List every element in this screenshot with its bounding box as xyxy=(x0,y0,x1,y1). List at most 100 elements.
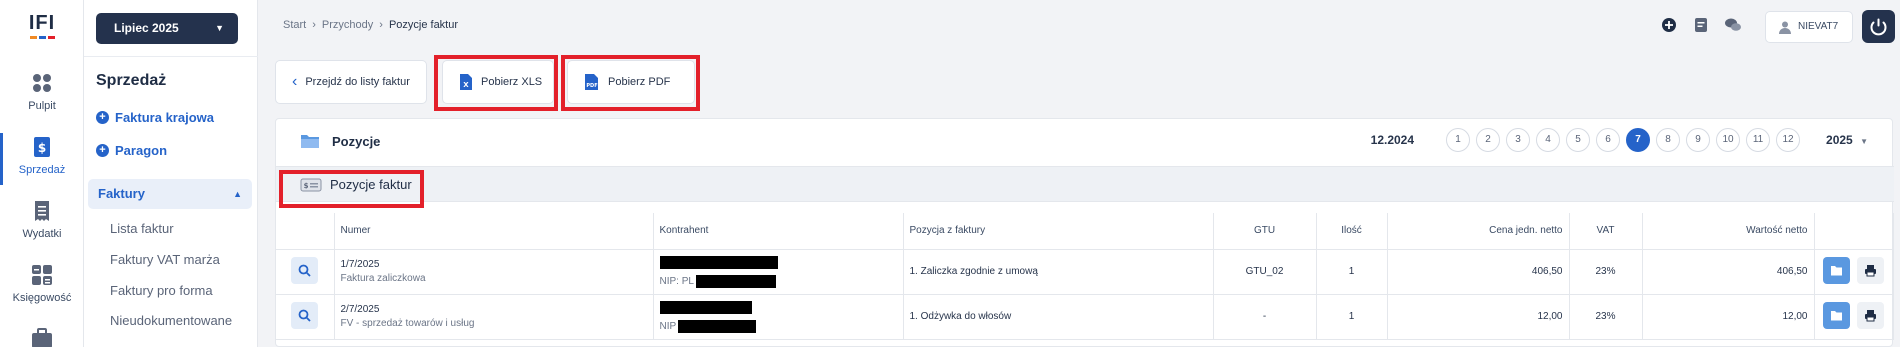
table-row: 2/7/2025 FV - sprzedaż towarów i usług N… xyxy=(276,294,1894,340)
folder-icon xyxy=(1831,310,1843,320)
folder-icon xyxy=(1831,265,1843,275)
breadcrumb-start[interactable]: Start xyxy=(283,19,306,31)
col-wartosc[interactable]: Wartość netto xyxy=(1642,213,1815,250)
year-value: 2025 xyxy=(1826,133,1853,147)
rail-item-wydatki[interactable]: Wydatki xyxy=(0,200,84,240)
nip-redacted xyxy=(678,319,757,333)
sidebar-item-nieudokumentowane[interactable]: Nieudokumentowane xyxy=(110,313,232,328)
cell-vat: 23% xyxy=(1569,249,1643,295)
cell-price: 12,00 xyxy=(1387,294,1570,340)
month-9[interactable]: 9 xyxy=(1686,128,1711,152)
print-button[interactable] xyxy=(1857,301,1885,329)
year-select[interactable]: 2025 ▼ xyxy=(1826,133,1868,147)
rail-item-briefcase[interactable] xyxy=(0,328,84,347)
month-12[interactable]: 12 xyxy=(1776,128,1801,152)
period-select[interactable]: Lipiec 2025 ▼ xyxy=(96,13,238,44)
col-pozycja[interactable]: Pozycja z faktury xyxy=(903,213,1214,250)
logo[interactable]: IFI xyxy=(26,12,58,48)
month-3[interactable]: 3 xyxy=(1506,128,1531,152)
chevron-right-icon: › xyxy=(312,19,316,31)
previous-period[interactable]: 12.2024 xyxy=(1371,133,1414,147)
plus-circle-icon: + xyxy=(96,111,109,124)
cell-qty: 1 xyxy=(1316,294,1388,340)
printer-icon xyxy=(1865,309,1877,321)
month-7-active[interactable]: 7 xyxy=(1626,128,1651,152)
col-numer[interactable]: Numer xyxy=(334,213,654,250)
cell-qty: 1 xyxy=(1316,249,1388,295)
invoice-type: Faktura zaliczkowa xyxy=(340,273,426,284)
open-folder-button[interactable] xyxy=(1823,256,1851,284)
rail-label: Pulpit xyxy=(28,100,56,112)
logo-text: IFI xyxy=(28,12,56,34)
col-vat[interactable]: VAT xyxy=(1569,213,1643,250)
user-icon xyxy=(1779,21,1791,34)
table-header-row: Numer Kontrahent Pozycja z faktury GTU I… xyxy=(276,213,1894,250)
print-button[interactable] xyxy=(1857,256,1885,284)
preview-button[interactable] xyxy=(291,256,319,284)
contractor-nip: NIP: PL xyxy=(660,274,903,288)
invoice-number[interactable]: 1/7/2025 xyxy=(341,259,653,270)
sidebar-group-faktury[interactable]: Faktury ▲ xyxy=(88,179,252,209)
search-icon xyxy=(298,264,311,277)
breadcrumb-current: Pozycje faktur xyxy=(388,19,459,31)
month-6[interactable]: 6 xyxy=(1596,128,1621,152)
briefcase-icon xyxy=(32,328,52,347)
month-11[interactable]: 11 xyxy=(1746,128,1771,152)
notes-icon[interactable] xyxy=(1692,16,1710,34)
col-gtu[interactable]: GTU xyxy=(1213,213,1317,250)
receipt-icon xyxy=(35,201,49,221)
col-row-actions xyxy=(1814,213,1894,250)
open-folder-button[interactable] xyxy=(1823,301,1851,329)
contractor-name-redacted xyxy=(659,300,903,317)
chevron-down-icon: ▼ xyxy=(215,23,224,33)
user-name: NIEVAT7 xyxy=(1798,21,1839,32)
rail-item-pulpit[interactable]: Pulpit xyxy=(0,72,84,112)
preview-button[interactable] xyxy=(291,301,319,329)
month-5[interactable]: 5 xyxy=(1566,128,1591,152)
sidebar-group-label: Faktury xyxy=(98,186,145,201)
col-ilosc[interactable]: Ilość xyxy=(1316,213,1388,250)
sidebar-item-lista-faktur[interactable]: Lista faktur xyxy=(110,221,174,236)
breadcrumb: Start › Przychody › Pozycje faktur xyxy=(283,19,458,31)
invoice-type: FV - sprzedaż towarów i usług xyxy=(340,318,475,329)
invoice-number[interactable]: 2/7/2025 xyxy=(341,304,653,315)
month-2[interactable]: 2 xyxy=(1476,128,1501,152)
cell-price: 406,50 xyxy=(1387,249,1570,295)
back-label: Przejdź do listy faktur xyxy=(305,76,410,88)
contractor-nip: NIP xyxy=(660,319,903,333)
table-row: 1/7/2025 Faktura zaliczkowa NIP: PL 1. Z… xyxy=(276,249,1894,295)
breadcrumb-przychody[interactable]: Przychody xyxy=(322,19,373,31)
col-cena[interactable]: Cena jedn. netto xyxy=(1387,213,1570,250)
cell-contractor: NIP xyxy=(653,294,904,340)
month-4[interactable]: 4 xyxy=(1536,128,1561,152)
sidebar-link-faktura-krajowa[interactable]: + Faktura krajowa xyxy=(96,110,214,125)
rail-item-sprzedaz[interactable]: $ Sprzedaż xyxy=(0,136,84,176)
month-8[interactable]: 8 xyxy=(1656,128,1681,152)
highlight-section xyxy=(279,170,424,208)
cell-number: 2/7/2025 FV - sprzedaż towarów i usług xyxy=(334,294,654,340)
cell-number: 1/7/2025 Faktura zaliczkowa xyxy=(334,249,654,295)
cell-contractor: NIP: PL xyxy=(653,249,904,295)
section-bar: $ Pozycje faktur xyxy=(276,166,1894,202)
printer-icon xyxy=(1865,264,1877,276)
cell-vat: 23% xyxy=(1569,294,1643,340)
logout-button[interactable] xyxy=(1862,10,1895,43)
month-1[interactable]: 1 xyxy=(1446,128,1471,152)
sidebar-link-paragon[interactable]: + Paragon xyxy=(96,143,167,158)
plus-circle-icon[interactable] xyxy=(1660,16,1678,34)
positions-table: Numer Kontrahent Pozycja z faktury GTU I… xyxy=(276,213,1894,340)
sidebar-item-pro-forma[interactable]: Faktury pro forma xyxy=(110,283,213,298)
rail-item-ksiegowosc[interactable]: Księgowość xyxy=(0,264,84,304)
divider xyxy=(84,56,258,57)
icon-rail: IFI Pulpit $ Sprzedaż Wydatki Księgowość xyxy=(0,0,84,347)
back-to-invoices-button[interactable]: ‹ Przejdź do listy faktur xyxy=(275,60,427,104)
calculator-icon xyxy=(32,265,52,285)
month-10[interactable]: 10 xyxy=(1716,128,1741,152)
row-action-cell xyxy=(276,249,335,295)
col-kontrahent[interactable]: Kontrahent xyxy=(653,213,904,250)
sidebar-item-vat-marza[interactable]: Faktury VAT marża xyxy=(110,252,220,267)
user-menu-button[interactable]: NIEVAT7 xyxy=(1765,11,1853,43)
chat-icon[interactable] xyxy=(1724,16,1742,34)
contractor-name-redacted xyxy=(659,255,903,272)
rail-label: Sprzedaż xyxy=(18,164,66,176)
